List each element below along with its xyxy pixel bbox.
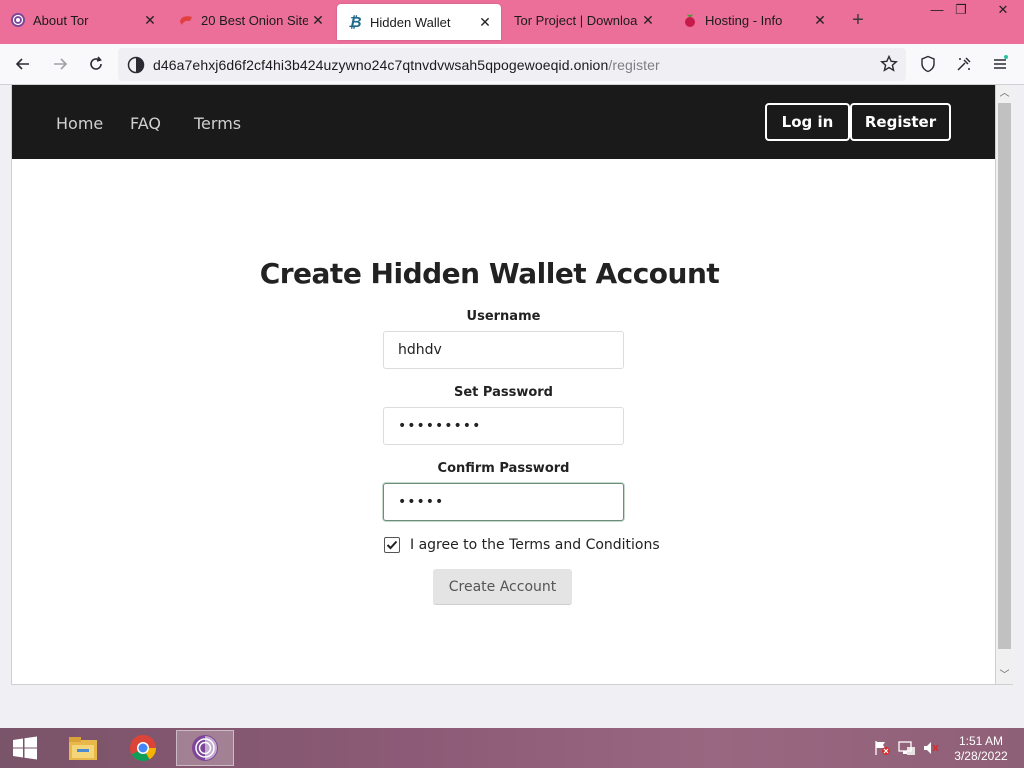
nav-faq-link[interactable]: FAQ — [130, 114, 161, 133]
nav-home-link[interactable]: Home — [56, 114, 103, 133]
chrome-icon — [130, 734, 157, 762]
restore-button[interactable]: ❐ — [944, 0, 978, 22]
windows-taskbar: 1:51 AM 3/28/2022 — [0, 728, 1024, 768]
tab-onion-sites[interactable]: 20 Best Onion Sites o ✕ — [168, 0, 334, 40]
back-button[interactable] — [9, 50, 37, 78]
folder-icon — [69, 737, 97, 760]
hamburger-menu-icon — [994, 55, 1008, 69]
reload-icon — [90, 56, 102, 70]
volume-muted-icon[interactable] — [922, 740, 940, 756]
network-icon[interactable] — [898, 740, 916, 756]
clock-time: 1:51 AM — [958, 734, 1004, 748]
tab-label: About Tor — [33, 12, 89, 28]
file-explorer-button[interactable] — [56, 730, 110, 766]
broom-icon — [957, 57, 971, 71]
onion-site-icon[interactable] — [127, 56, 145, 74]
tab-label: Hidden Wallet — [370, 14, 451, 30]
vertical-scrollbar[interactable]: ︿ ﹀ — [996, 85, 1013, 685]
close-icon[interactable]: ✕ — [308, 12, 328, 29]
confirm-password-label: Confirm Password — [437, 461, 570, 476]
chrome-button[interactable] — [116, 730, 170, 766]
tor-browser-icon — [192, 735, 218, 761]
url-path: /register — [608, 56, 660, 73]
close-icon[interactable]: ✕ — [140, 12, 160, 29]
tab-about-tor[interactable]: About Tor ✕ — [0, 0, 166, 40]
star-icon — [880, 55, 898, 72]
windows-logo-icon — [13, 736, 37, 760]
system-clock[interactable]: 1:51 AM 3/28/2022 — [946, 734, 1016, 764]
tab-hidden-wallet[interactable]: ₿ Hidden Wallet ✕ — [337, 4, 501, 40]
security-shield-button[interactable] — [914, 50, 942, 78]
page-title: Create Hidden Wallet Account — [259, 257, 720, 290]
url-host: d46a7ehxj6d6f2cf4hi3b424uzywno24c7qtnvdv… — [153, 56, 609, 73]
start-button[interactable] — [0, 730, 50, 766]
username-label: Username — [466, 309, 541, 324]
terms-checkbox[interactable] — [384, 537, 400, 553]
tab-hosting-info[interactable]: Hosting - Info ✕ — [672, 0, 836, 40]
shield-icon — [921, 55, 935, 73]
close-icon[interactable]: ✕ — [638, 12, 658, 29]
reload-button[interactable] — [82, 50, 110, 78]
forward-button[interactable] — [46, 50, 74, 78]
password-input[interactable]: ••••••••• — [383, 407, 624, 445]
tab-label: Hosting - Info — [705, 12, 783, 28]
create-account-button[interactable]: Create Account — [433, 569, 572, 605]
password-label: Set Password — [453, 385, 553, 400]
menu-button[interactable] — [986, 50, 1014, 78]
terms-agreement-row: I agree to the Terms and Conditions — [384, 537, 660, 553]
new-tab-button[interactable]: + — [848, 10, 868, 32]
url-text: d46a7ehxj6d6f2cf4hi3b424uzywno24c7qtnvdv… — [153, 57, 660, 73]
tor-browser-button[interactable] — [176, 730, 234, 766]
login-button[interactable]: Log in — [765, 103, 850, 141]
site-navbar: Home FAQ Terms Log in Register — [12, 85, 995, 159]
tab-label: Tor Project | Download — [514, 12, 638, 28]
bookmark-star-button[interactable] — [875, 50, 903, 78]
action-center-flag-icon[interactable] — [873, 740, 891, 756]
tab-strip: About Tor ✕ 20 Best Onion Sites o ✕ ₿ Hi… — [0, 0, 1024, 44]
new-identity-button[interactable] — [950, 50, 978, 78]
scroll-up-arrow-icon[interactable]: ︿ — [996, 85, 1013, 102]
nav-terms-link[interactable]: Terms — [194, 114, 241, 133]
bitcoin-icon: ₿ — [348, 13, 362, 31]
tab-tor-download[interactable]: Tor Project | Download ✕ — [504, 0, 664, 40]
navigation-toolbar: d46a7ehxj6d6f2cf4hi3b424uzywno24c7qtnvdv… — [0, 44, 1024, 85]
close-icon[interactable]: ✕ — [475, 14, 495, 31]
username-input[interactable]: hdhdv — [383, 331, 624, 369]
url-bar[interactable]: d46a7ehxj6d6f2cf4hi3b424uzywno24c7qtnvdv… — [118, 48, 906, 81]
forward-arrow-icon — [54, 58, 68, 70]
scroll-down-arrow-icon[interactable]: ﹀ — [996, 667, 1013, 684]
checkmark-icon — [386, 540, 398, 550]
onion-link-icon — [178, 12, 194, 28]
close-icon[interactable]: ✕ — [810, 12, 830, 29]
page-viewport: Home FAQ Terms Log in Register Create Hi… — [11, 85, 996, 685]
scrollbar-thumb[interactable] — [998, 103, 1011, 649]
terms-label: I agree to the Terms and Conditions — [410, 537, 660, 553]
close-window-button[interactable]: ✕ — [986, 0, 1020, 22]
confirm-password-input[interactable]: ••••• — [383, 483, 624, 521]
tor-icon — [10, 12, 26, 28]
back-arrow-icon — [15, 58, 29, 70]
register-button[interactable]: Register — [850, 103, 951, 141]
tab-label: 20 Best Onion Sites o — [201, 12, 308, 28]
clock-date: 3/28/2022 — [954, 749, 1008, 763]
raspberry-icon — [682, 12, 698, 28]
